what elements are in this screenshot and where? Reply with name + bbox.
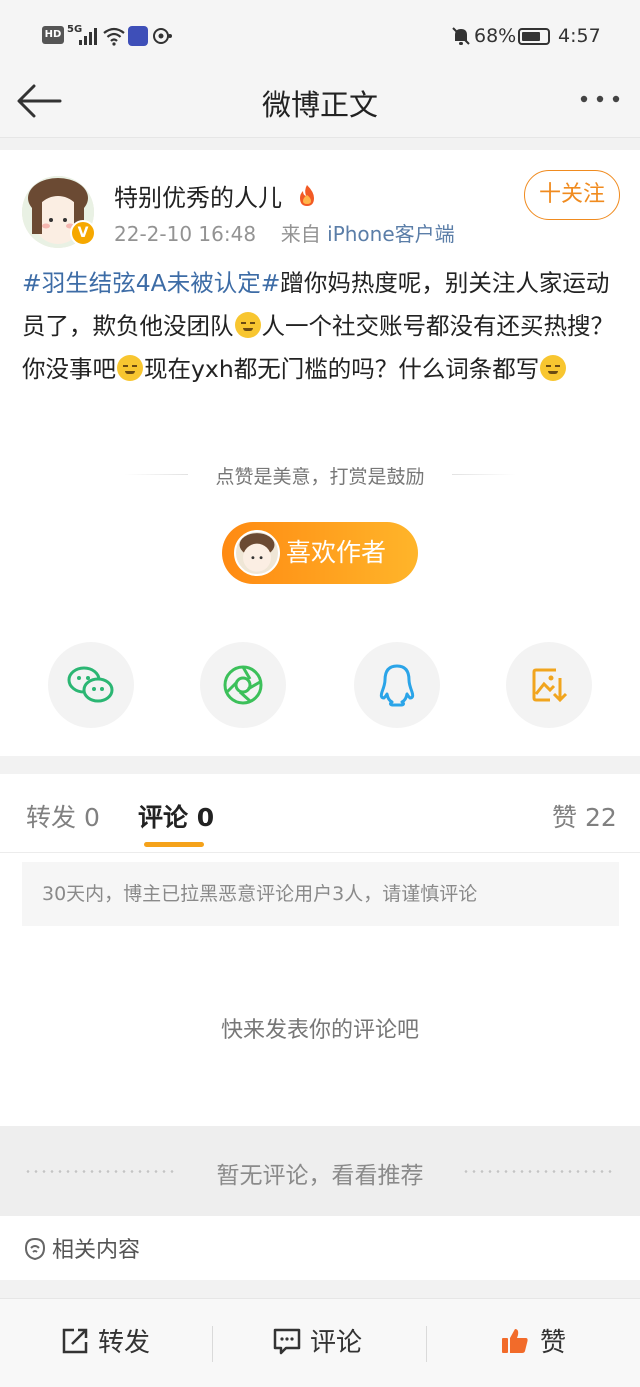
section-divider [0, 138, 640, 150]
post-meta: 22-2-10 16:48 来自 iPhone客户端 [114, 218, 455, 247]
tab-repost-count: 0 [83, 803, 100, 832]
wifi-icon [103, 27, 125, 46]
author-name-text: 特别优秀的人儿 [114, 184, 282, 212]
thumbs-up-icon [502, 1329, 528, 1353]
share-qq-button[interactable] [354, 642, 440, 728]
related-content-label: 相关内容 [52, 1238, 141, 1263]
grin-sweat-emoji-icon [234, 312, 261, 338]
related-content-link[interactable]: 相关内容 [22, 1232, 140, 1264]
save-image-icon [532, 668, 568, 703]
more-options-icon[interactable] [578, 92, 622, 106]
save-image-button[interactable] [506, 642, 592, 728]
signal-icon [79, 28, 97, 45]
comment-warning-notice: 30天内，博主已拉黑恶意评论用户3人，请谨慎评论 [22, 862, 619, 926]
repost-label: 转发 [98, 1328, 151, 1358]
comment-button[interactable]: 评论 [272, 1322, 362, 1359]
reward-tagline: 点赞是美意，打赏是鼓励 [215, 466, 425, 488]
share-moments-button[interactable] [200, 642, 286, 728]
flame-level-icon [299, 185, 314, 206]
hashtag-link[interactable]: #羽生结弦4A未被认定# [22, 269, 280, 297]
repost-icon [62, 1328, 88, 1354]
tab-like-label: 赞 [552, 803, 578, 832]
page-title: 微博正文 [261, 88, 378, 122]
qq-icon [379, 664, 415, 707]
battery-percent: 68% [474, 25, 517, 47]
toolbar-divider [426, 1326, 427, 1362]
clock: 4:57 [558, 25, 601, 47]
mute-bell-icon [452, 27, 470, 45]
related-content-icon [24, 1237, 46, 1261]
follow-button[interactable]: 十关注 [524, 170, 620, 220]
top-nav-bar: 微博正文 [0, 72, 640, 138]
tab-like-count: 22 [584, 803, 617, 832]
comment-label: 评论 [310, 1328, 363, 1358]
verified-badge-icon: V [70, 220, 96, 246]
post-source[interactable]: iPhone客户端 [327, 222, 455, 246]
mini-avatar-illustration [239, 533, 275, 572]
moments-icon [223, 665, 263, 705]
post-text: #羽生结弦4A未被认定#蹭你妈热度呢，别关注人家运动员了，欺负他没团队 人一个社交… [22, 262, 622, 391]
comment-icon [273, 1328, 301, 1355]
hd-badge: HD [42, 26, 64, 44]
source-prefix: 来自 [280, 222, 321, 246]
tab-comment-label: 评论 [138, 803, 189, 832]
like-button[interactable]: 赞 [500, 1322, 566, 1359]
grin-sweat-emoji-icon [540, 355, 567, 381]
recommend-text[interactable]: 暂无评论，看看推荐 [0, 1156, 640, 1190]
tab-repost-label: 转发 [26, 803, 77, 832]
nfc-icon [153, 28, 172, 44]
tab-likes[interactable]: 赞 22 [552, 798, 617, 834]
share-wechat-button[interactable] [48, 642, 134, 728]
post-date: 22-2-10 16:48 [114, 222, 257, 246]
like-label: 赞 [540, 1328, 567, 1358]
tab-comments[interactable]: 评论 0 [138, 798, 214, 834]
app-notification-icon [128, 26, 148, 46]
active-tab-indicator [144, 842, 204, 847]
tab-comment-count: 0 [196, 803, 215, 832]
author-name[interactable]: 特别优秀的人儿 [114, 178, 320, 213]
like-author-label: 喜欢作者 [286, 538, 387, 567]
like-author-avatar [234, 530, 280, 576]
tab-repost[interactable]: 转发 0 [26, 798, 100, 834]
battery-icon [518, 28, 550, 45]
repost-button[interactable]: 转发 [60, 1322, 150, 1359]
section-divider [0, 1280, 640, 1298]
post-text-part-3: 现在yxh都无门槛的吗？什么词条都写 [144, 355, 540, 383]
empty-comments-tip[interactable]: 快来发表你的评论吧 [0, 1012, 640, 1044]
status-bar: HD 5G 68% 4:57 [0, 0, 640, 72]
section-divider [0, 756, 640, 774]
toolbar-divider [212, 1326, 213, 1362]
tab-bar-border [0, 852, 640, 853]
wechat-icon [67, 666, 114, 703]
grin-sweat-emoji-icon [117, 355, 143, 381]
